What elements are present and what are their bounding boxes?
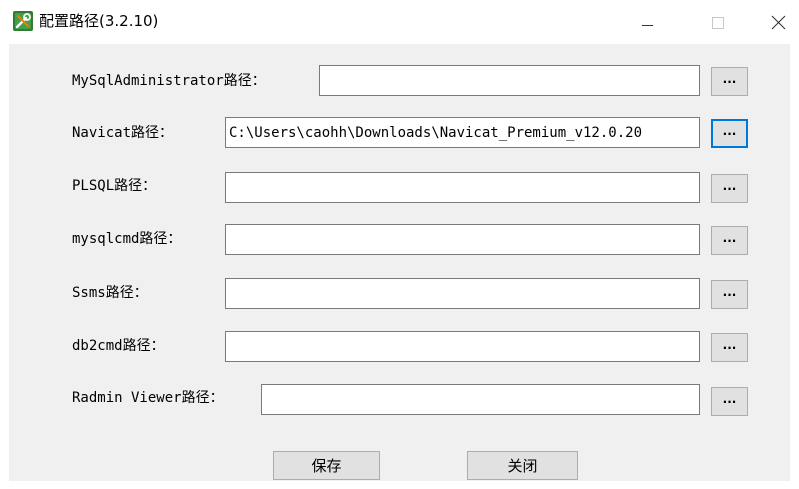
mysqladministrator-path-input[interactable] — [319, 65, 700, 96]
plsql-path-label: PLSQL路径： — [72, 178, 157, 194]
plsql-browse-button[interactable]: ··· — [711, 174, 748, 203]
close-icon — [771, 15, 786, 30]
tools-icon — [13, 11, 33, 31]
title-bar: 配置路径(3.2.10) — [0, 0, 799, 44]
db2cmd-path-input[interactable] — [225, 331, 700, 362]
mysqladministrator-path-label: MySqlAdministrator路径： — [72, 73, 266, 89]
save-button[interactable]: 保存 — [273, 451, 380, 480]
mysqlcmd-path-input[interactable] — [225, 224, 700, 255]
ssms-path-label: Ssms路径： — [72, 285, 148, 301]
minimize-button[interactable] — [625, 8, 671, 38]
radmin-viewer-browse-button[interactable]: ··· — [711, 387, 748, 416]
navicat-path-label: Navicat路径： — [72, 125, 174, 141]
maximize-button[interactable] — [694, 8, 740, 38]
plsql-path-input[interactable] — [225, 172, 700, 203]
close-window-button[interactable] — [753, 8, 799, 38]
navicat-browse-button[interactable]: ··· — [711, 119, 748, 148]
mysqlcmd-path-label: mysqlcmd路径： — [72, 231, 182, 247]
mysqladministrator-browse-button[interactable]: ··· — [711, 67, 748, 96]
radmin-viewer-path-label: Radmin Viewer路径： — [72, 390, 224, 406]
db2cmd-path-label: db2cmd路径： — [72, 338, 165, 354]
ssms-path-input[interactable] — [225, 278, 700, 309]
radmin-viewer-path-input[interactable] — [261, 384, 700, 415]
ssms-browse-button[interactable]: ··· — [711, 280, 748, 309]
navicat-path-input[interactable] — [225, 117, 700, 148]
window-title: 配置路径(3.2.10) — [39, 12, 159, 30]
dialog-body: MySqlAdministrator路径： ··· Navicat路径： ···… — [9, 44, 790, 481]
mysqlcmd-browse-button[interactable]: ··· — [711, 226, 748, 255]
close-button[interactable]: 关闭 — [467, 451, 578, 480]
db2cmd-browse-button[interactable]: ··· — [711, 333, 748, 362]
